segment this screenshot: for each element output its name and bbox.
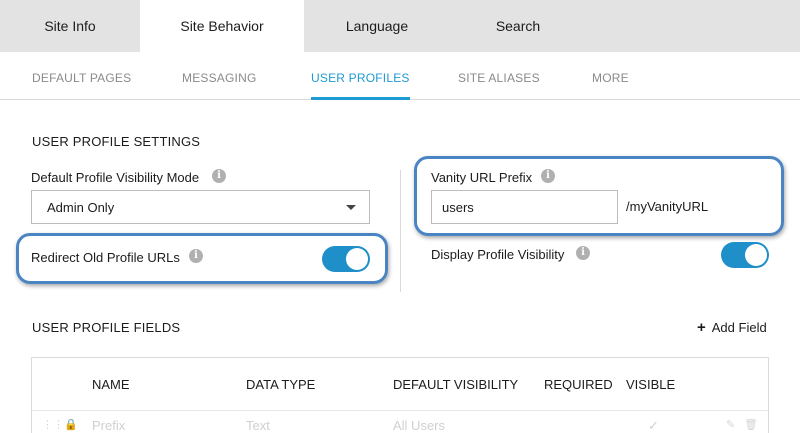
info-icon[interactable]: i bbox=[212, 169, 226, 183]
column-header-name[interactable]: NAME bbox=[92, 377, 130, 392]
tab-search[interactable]: Search bbox=[450, 0, 586, 52]
column-header-data-type[interactable]: DATA TYPE bbox=[246, 377, 315, 392]
info-icon[interactable]: i bbox=[189, 249, 203, 263]
column-header-default-visibility[interactable]: DEFAULT VISIBILITY bbox=[393, 377, 518, 392]
sub-tab-bar: DEFAULT PAGES MESSAGING USER PROFILES SI… bbox=[0, 52, 800, 100]
vanity-label: Vanity URL Prefix bbox=[431, 170, 533, 185]
add-field-button[interactable]: + Add Field bbox=[697, 319, 767, 336]
tab-site-info[interactable]: Site Info bbox=[0, 0, 140, 52]
info-icon[interactable]: i bbox=[576, 246, 590, 260]
tab-site-behavior[interactable]: Site Behavior bbox=[140, 0, 304, 52]
caret-down-icon bbox=[346, 205, 356, 210]
settings-section-title: USER PROFILE SETTINGS bbox=[32, 134, 201, 149]
table-cell-name: Prefix bbox=[92, 418, 126, 433]
table-cell-data-type: Text bbox=[246, 418, 270, 433]
fields-section-title: USER PROFILE FIELDS bbox=[32, 320, 181, 335]
tab-language[interactable]: Language bbox=[304, 0, 450, 52]
column-header-required[interactable]: REQUIRED bbox=[544, 377, 613, 392]
top-tab-bar: Site Info Site Behavior Language Search bbox=[0, 0, 800, 52]
column-divider bbox=[400, 170, 401, 292]
drag-handle-icon[interactable]: ⋮⋮ bbox=[42, 418, 64, 431]
display-visibility-toggle[interactable] bbox=[721, 242, 769, 268]
add-field-label: Add Field bbox=[711, 320, 767, 335]
visibility-mode-select[interactable]: Admin Only bbox=[31, 190, 370, 224]
vanity-input[interactable] bbox=[431, 190, 618, 224]
toggle-knob bbox=[346, 248, 368, 270]
lock-icon: 🔒 bbox=[64, 419, 78, 431]
subtab-default-pages[interactable]: DEFAULT PAGES bbox=[32, 52, 131, 100]
redirect-label: Redirect Old Profile URLs bbox=[31, 250, 180, 265]
visibility-mode-value: Admin Only bbox=[47, 200, 115, 215]
subtab-user-profiles[interactable]: USER PROFILES bbox=[311, 52, 410, 100]
subtab-site-aliases[interactable]: SITE ALIASES bbox=[458, 52, 540, 100]
column-header-visible[interactable]: VISIBLE bbox=[626, 377, 675, 392]
table-cell-default-visibility: All Users bbox=[393, 418, 446, 433]
toggle-knob bbox=[745, 244, 767, 266]
display-visibility-label: Display Profile Visibility bbox=[431, 247, 565, 262]
visibility-mode-label: Default Profile Visibility Mode bbox=[31, 170, 200, 185]
redirect-toggle[interactable] bbox=[322, 246, 370, 272]
delete-icon[interactable]: 🗑 bbox=[744, 418, 758, 431]
edit-icon[interactable]: ✎ bbox=[726, 418, 735, 431]
info-icon[interactable]: i bbox=[541, 169, 555, 183]
plus-icon: + bbox=[697, 319, 706, 336]
check-icon: ✓ bbox=[648, 418, 659, 433]
subtab-messaging[interactable]: MESSAGING bbox=[182, 52, 256, 100]
vanity-input-field[interactable] bbox=[432, 191, 617, 223]
fields-table: NAME DATA TYPE DEFAULT VISIBILITY REQUIR… bbox=[31, 357, 769, 433]
subtab-more[interactable]: MORE bbox=[592, 52, 629, 100]
row-separator bbox=[32, 410, 768, 411]
vanity-suffix: /myVanityURL bbox=[626, 199, 709, 214]
